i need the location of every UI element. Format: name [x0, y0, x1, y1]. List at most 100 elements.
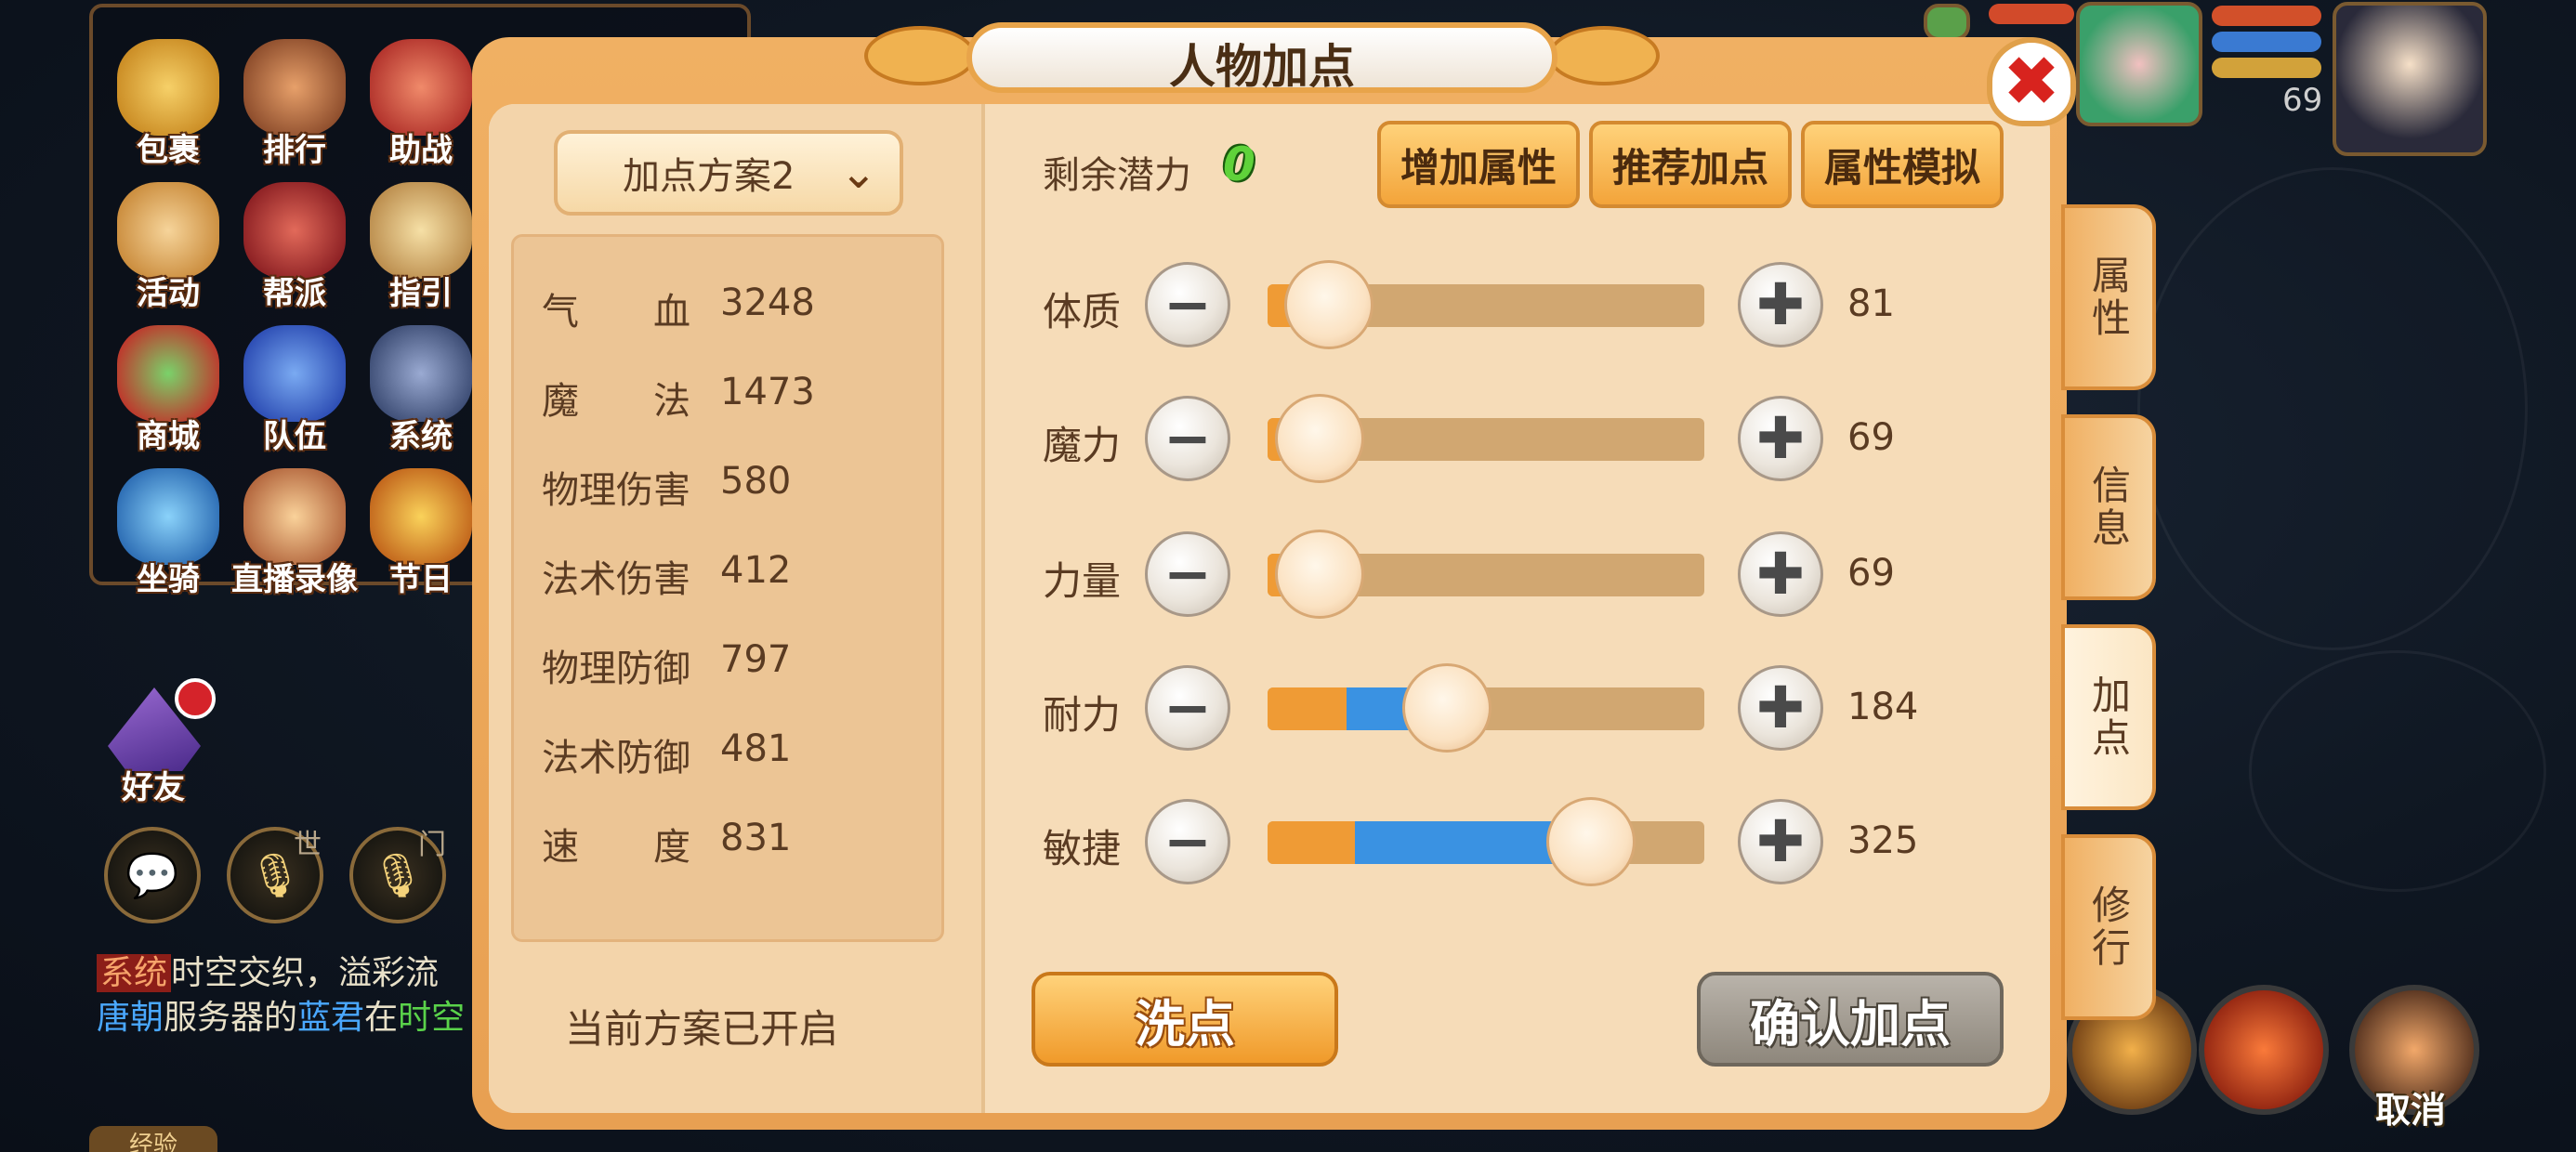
- menu-item-assist[interactable]: 助战: [361, 32, 481, 169]
- scene-decoration: [2137, 167, 2528, 650]
- slider-handle[interactable]: [1275, 394, 1365, 483]
- notification-badge: [175, 678, 216, 719]
- confirm-points-button[interactable]: 确认加点: [1697, 972, 2004, 1067]
- menu-item-guide[interactable]: 指引: [361, 175, 481, 312]
- menu-item-label: 队伍: [263, 418, 326, 455]
- increase-button[interactable]: ✚: [1738, 531, 1823, 617]
- dialog-title: 人物加点: [1169, 40, 1355, 94]
- gear-icon: [370, 325, 472, 422]
- add-attribute-button[interactable]: 增加属性: [1377, 121, 1580, 208]
- player-anger-bar: [2212, 58, 2321, 78]
- stat-name: 魔 法: [542, 380, 690, 423]
- chat-text: 在: [364, 999, 399, 1037]
- menu-item-activity[interactable]: 活动: [108, 175, 229, 312]
- increase-button[interactable]: ✚: [1738, 262, 1823, 347]
- minus-icon: −: [1163, 540, 1212, 608]
- menu-item-ranking[interactable]: 排行: [234, 32, 355, 169]
- stat-row: 法术伤害 412: [542, 549, 850, 601]
- friend-label: 好友: [122, 769, 185, 806]
- stat-value: 831: [720, 817, 792, 859]
- menu-item-bag[interactable]: 包裹: [108, 32, 229, 169]
- menu-item-live[interactable]: 直播录像: [231, 461, 358, 598]
- close-button[interactable]: ✖: [1987, 37, 2076, 126]
- attribute-slider-track[interactable]: [1268, 821, 1704, 864]
- attribute-value: 184: [1847, 686, 1919, 728]
- decrease-button[interactable]: −: [1145, 665, 1230, 751]
- player-avatar[interactable]: [2333, 2, 2487, 156]
- stat-row: 气 血 3248: [542, 281, 850, 334]
- tab-label: 信息: [2085, 465, 2132, 550]
- tab-info[interactable]: 信息: [2061, 414, 2156, 600]
- plan-status-text: 当前方案已开启: [565, 1006, 839, 1052]
- attribute-value: 69: [1847, 416, 1895, 459]
- exp-bar-label: 经验: [89, 1126, 217, 1152]
- menu-item-system[interactable]: 系统: [361, 318, 481, 455]
- live-icon: [243, 468, 346, 565]
- increase-button[interactable]: ✚: [1738, 665, 1823, 751]
- chat-line: 唐朝服务器的蓝君在时空: [97, 996, 487, 1041]
- tab-attributes[interactable]: 属性: [2061, 204, 2156, 390]
- attribute-simulate-button[interactable]: 属性模拟: [1801, 121, 2004, 208]
- attribute-value: 81: [1847, 282, 1895, 325]
- plus-icon: ✚: [1756, 807, 1805, 875]
- slider-handle[interactable]: [1283, 260, 1373, 349]
- tab-add-points[interactable]: 加点: [2061, 624, 2156, 810]
- decrease-button[interactable]: −: [1145, 262, 1230, 347]
- decrease-button[interactable]: −: [1145, 396, 1230, 481]
- stat-value: 797: [720, 638, 792, 681]
- tab-label: 属性: [2085, 255, 2132, 340]
- increase-button[interactable]: ✚: [1738, 799, 1823, 884]
- stat-value: 481: [720, 727, 792, 770]
- plus-icon: ✚: [1756, 404, 1805, 472]
- bag-icon: [117, 39, 219, 136]
- menu-item-shop[interactable]: 商城: [108, 318, 229, 455]
- menu-item-guild[interactable]: 帮派: [234, 175, 355, 312]
- player-hp-bar: [2212, 6, 2321, 26]
- attribute-name: 体质: [1043, 289, 1122, 334]
- pet-avatar[interactable]: [2076, 2, 2202, 126]
- chat-button[interactable]: 💬: [104, 827, 201, 923]
- menu-item-label: 商城: [137, 418, 200, 455]
- player-level: 69: [2282, 82, 2323, 119]
- menu-item-label: 包裹: [137, 132, 200, 169]
- menu-item-team[interactable]: 队伍: [234, 318, 355, 455]
- menu-item-festival[interactable]: 节日: [361, 461, 481, 598]
- monkey-icon: [370, 39, 472, 136]
- chevron-down-icon: ⌄: [839, 147, 877, 199]
- close-icon: ✖: [2002, 42, 2060, 122]
- title-banner: 人物加点: [864, 13, 1660, 102]
- cloud-ornament-icon: [1548, 26, 1660, 85]
- decrease-button[interactable]: −: [1145, 531, 1230, 617]
- minus-icon: −: [1163, 674, 1212, 741]
- decrease-button[interactable]: −: [1145, 799, 1230, 884]
- tab-cultivation[interactable]: 修行: [2061, 834, 2156, 1020]
- recommend-points-button[interactable]: 推荐加点: [1589, 121, 1792, 208]
- minus-icon: −: [1163, 404, 1212, 472]
- scheme-dropdown[interactable]: 加点方案2 ⌄: [554, 130, 903, 216]
- chat-text: 时空: [398, 999, 466, 1037]
- slider-handle[interactable]: [1545, 797, 1636, 886]
- flag-icon: [243, 182, 346, 279]
- menu-item-mount[interactable]: 坐骑: [108, 461, 229, 598]
- skill-button[interactable]: [2199, 985, 2329, 1115]
- stat-row: 法术防御 481: [542, 727, 850, 779]
- scene-decoration: [2249, 650, 2546, 892]
- attribute-name: 敏捷: [1043, 826, 1122, 871]
- reset-points-button[interactable]: 洗点: [1032, 972, 1338, 1067]
- mount-icon: [117, 468, 219, 565]
- scheme-selected-value: 加点方案2: [623, 155, 795, 198]
- attribute-row: 体质 − ✚ 81: [1043, 260, 1935, 349]
- chat-text: 蓝君: [297, 999, 365, 1037]
- cancel-label: 取消: [2375, 1090, 2447, 1131]
- increase-button[interactable]: ✚: [1738, 396, 1823, 481]
- attribute-value: 69: [1847, 552, 1895, 595]
- chat-text: 唐朝: [97, 999, 164, 1037]
- minus-icon: −: [1163, 270, 1212, 338]
- sect-channel-label: 门: [418, 829, 446, 861]
- buff-icon[interactable]: [1924, 4, 1970, 41]
- slider-handle[interactable]: [1275, 530, 1365, 619]
- chat-log[interactable]: 系统 时空交织，溢彩流 唐朝服务器的蓝君在时空: [97, 951, 487, 1041]
- menu-item-label: 活动: [137, 275, 200, 312]
- stat-name: 物理防御: [542, 648, 690, 690]
- slider-handle[interactable]: [1401, 663, 1492, 753]
